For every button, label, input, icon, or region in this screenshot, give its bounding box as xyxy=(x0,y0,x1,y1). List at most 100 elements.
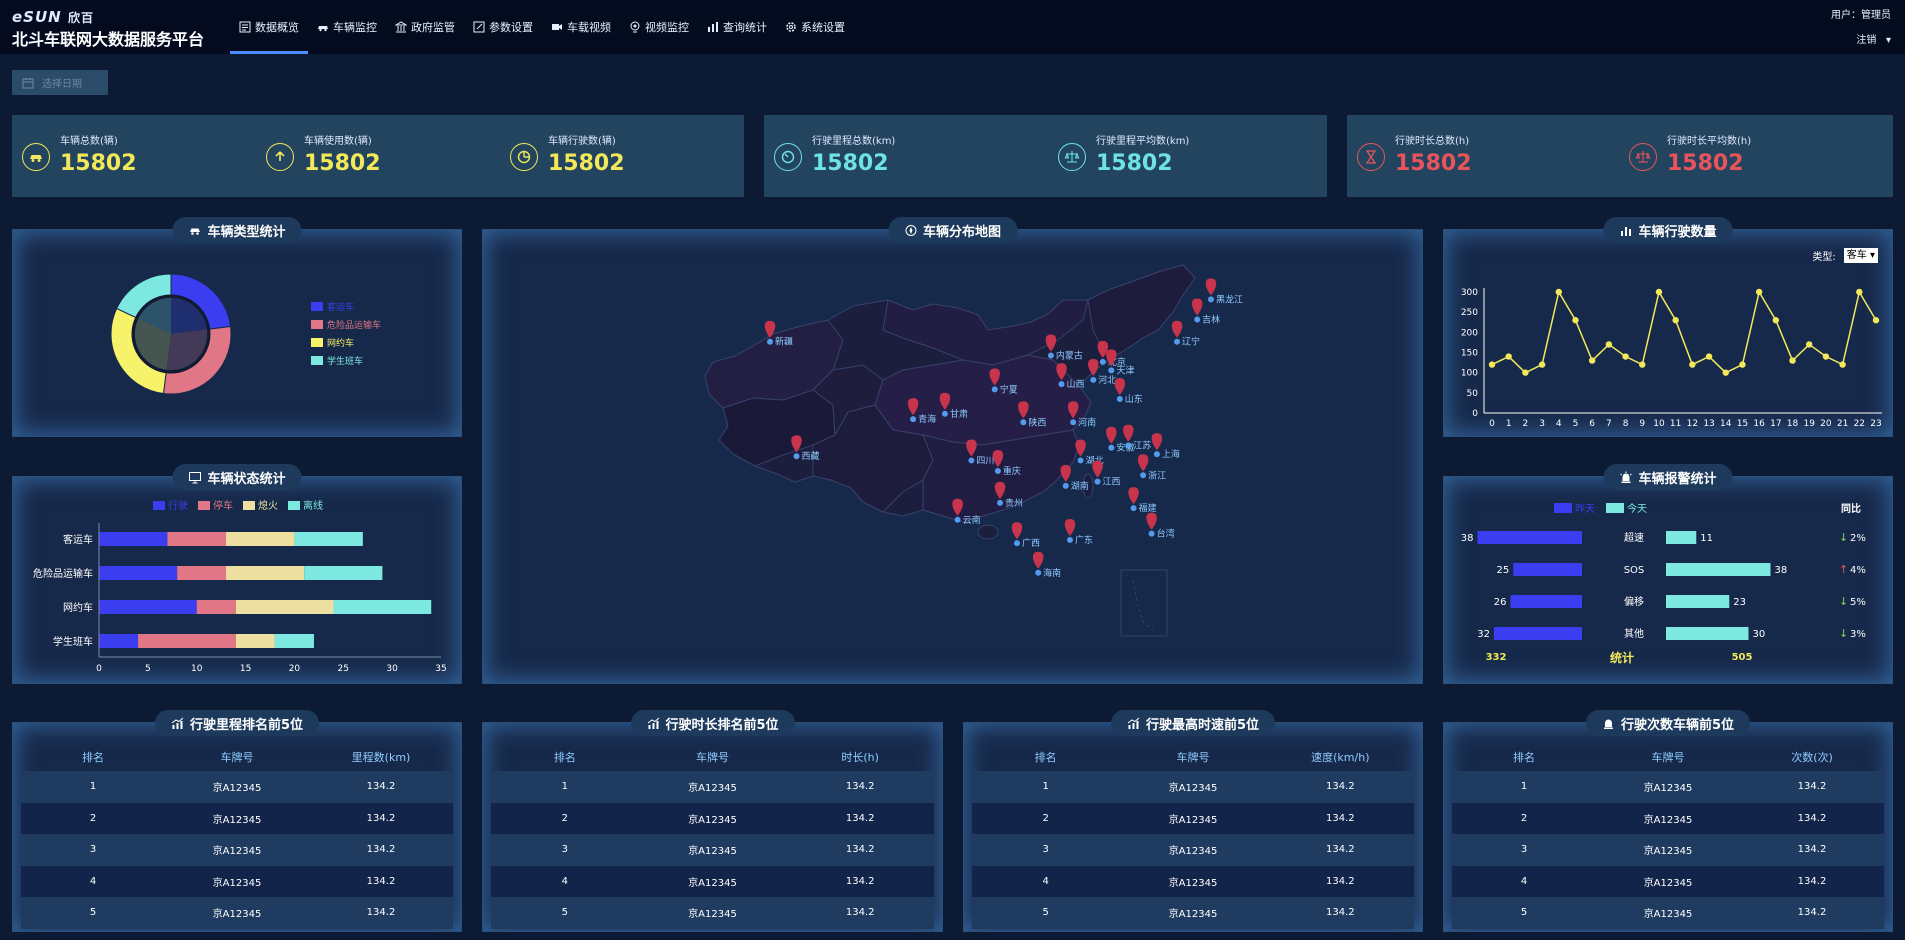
bar-segment[interactable] xyxy=(99,634,139,648)
table-row[interactable]: 4 京A12345 134.2 xyxy=(1452,865,1884,897)
table-row[interactable]: 3 京A12345 134.2 xyxy=(491,834,934,866)
data-point[interactable] xyxy=(1588,357,1596,364)
china-map[interactable]: 新疆西藏宁夏甘肃青海内蒙古北京天津河北山西山东陕西河南四川重庆湖北安徽江苏上海浙… xyxy=(483,230,1424,685)
nav-item-vehicle-monitor[interactable]: 车辆监控 xyxy=(308,0,386,54)
data-point[interactable] xyxy=(1822,353,1830,360)
table-row[interactable]: 2 京A12345 134.2 xyxy=(21,802,453,834)
data-point[interactable] xyxy=(1689,361,1696,368)
data-point[interactable] xyxy=(1522,369,1529,376)
data-point[interactable] xyxy=(1572,317,1579,324)
nav-item-query-stats[interactable]: 查询统计 xyxy=(698,0,776,54)
table-row[interactable]: 1 京A12345 134.2 xyxy=(491,771,934,803)
bar-segment[interactable] xyxy=(235,634,275,648)
nav-item-onboard-video[interactable]: 车载视频 xyxy=(542,0,620,54)
table-row[interactable]: 3 京A12345 134.2 xyxy=(21,834,453,866)
map-marker[interactable]: 山东 xyxy=(1114,377,1143,405)
data-point[interactable] xyxy=(1872,317,1880,324)
map-marker[interactable]: 黑龙江 xyxy=(1205,278,1243,305)
data-point[interactable] xyxy=(1722,369,1729,376)
data-point[interactable] xyxy=(1605,341,1613,348)
bar-yesterday[interactable] xyxy=(1510,595,1583,608)
logout-dropdown[interactable]: 注销 ▾ xyxy=(1856,31,1891,46)
category-label: 超速 xyxy=(1624,531,1644,544)
table-row[interactable]: 3 京A12345 134.2 xyxy=(1452,834,1884,866)
bar-segment[interactable] xyxy=(167,532,227,546)
bar-yesterday[interactable] xyxy=(1513,563,1582,576)
legend-label: 今天 xyxy=(1627,502,1647,515)
data-point[interactable] xyxy=(1538,361,1546,368)
data-point[interactable] xyxy=(1806,341,1813,348)
map-marker[interactable]: 上海 xyxy=(1151,433,1180,460)
column-header: 排名 xyxy=(553,751,576,764)
table-row[interactable]: 5 京A12345 134.2 xyxy=(21,897,453,929)
nav-item-video-monitor[interactable]: 视频监控 xyxy=(620,0,698,54)
data-point[interactable] xyxy=(1622,353,1629,360)
bar-yesterday[interactable] xyxy=(1477,531,1583,544)
marker-dot xyxy=(1153,451,1160,458)
map-marker[interactable]: 江西 xyxy=(1092,460,1121,488)
bar-segment[interactable] xyxy=(99,532,168,546)
data-point[interactable] xyxy=(1555,288,1562,296)
map-marker[interactable]: 广西 xyxy=(1011,522,1040,549)
table-row[interactable]: 1 京A12345 134.2 xyxy=(21,771,453,803)
table-row[interactable]: 5 京A12345 134.2 xyxy=(1452,897,1884,929)
data-point[interactable] xyxy=(1639,361,1646,368)
map-marker[interactable]: 江苏 xyxy=(1123,424,1151,452)
data-point[interactable] xyxy=(1856,288,1863,296)
bar-segment[interactable] xyxy=(226,532,295,546)
bar-segment[interactable] xyxy=(294,532,363,546)
table-row[interactable]: 1 京A12345 134.2 xyxy=(1452,771,1884,803)
map-marker[interactable]: 广东 xyxy=(1064,518,1093,546)
bar-today[interactable] xyxy=(1666,595,1730,608)
table-row[interactable]: 4 京A12345 134.2 xyxy=(972,865,1414,897)
map-marker[interactable]: 辽宁 xyxy=(1171,320,1200,348)
bar-segment[interactable] xyxy=(333,600,432,614)
data-point[interactable] xyxy=(1655,288,1663,296)
data-point[interactable] xyxy=(1755,288,1763,296)
table-row[interactable]: 2 京A12345 134.2 xyxy=(491,802,934,834)
table-row[interactable]: 5 京A12345 134.2 xyxy=(491,897,934,929)
webcam-icon xyxy=(630,21,640,33)
table-row[interactable]: 5 京A12345 134.2 xyxy=(972,897,1414,929)
nav-item-system-settings[interactable]: 系统设置 xyxy=(776,0,854,54)
bar-today[interactable] xyxy=(1666,627,1749,640)
map-marker[interactable]: 福建 xyxy=(1128,487,1157,514)
table-row[interactable]: 2 京A12345 134.2 xyxy=(972,802,1414,834)
table-row[interactable]: 4 京A12345 134.2 xyxy=(491,865,934,897)
bar-today[interactable] xyxy=(1666,531,1697,544)
nav-item-gov-supervision[interactable]: 政府监管 xyxy=(386,0,464,54)
data-point[interactable] xyxy=(1789,357,1796,364)
bar-segment[interactable] xyxy=(99,566,178,580)
data-point[interactable] xyxy=(1705,353,1713,360)
map-marker[interactable]: 台湾 xyxy=(1146,512,1175,540)
nav-item-parameters[interactable]: 参数设置 xyxy=(464,0,542,54)
bar-yesterday[interactable] xyxy=(1494,627,1582,640)
data-point[interactable] xyxy=(1739,361,1746,368)
data-point[interactable] xyxy=(1672,317,1679,324)
bar-today[interactable] xyxy=(1666,563,1771,576)
data-point[interactable] xyxy=(1772,317,1780,324)
data-point[interactable] xyxy=(1488,361,1496,368)
table-row[interactable]: 2 京A12345 134.2 xyxy=(1452,802,1884,834)
data-point[interactable] xyxy=(1839,361,1846,368)
date-picker[interactable]: 选择日期 xyxy=(12,70,108,95)
bar-segment[interactable] xyxy=(235,600,334,614)
bar-segment[interactable] xyxy=(196,600,236,614)
table-row[interactable]: 4 京A12345 134.2 xyxy=(21,865,453,897)
bar-segment[interactable] xyxy=(304,566,383,580)
data-point[interactable] xyxy=(1505,353,1512,360)
map-pin-icon xyxy=(1114,377,1126,395)
bar-segment[interactable] xyxy=(274,634,314,648)
bar-segment[interactable] xyxy=(177,566,227,580)
tick-label: 0 xyxy=(96,664,102,674)
bar-segment[interactable] xyxy=(226,566,305,580)
map-marker[interactable]: 海南 xyxy=(1032,551,1061,579)
table-row[interactable]: 1 京A12345 134.2 xyxy=(972,771,1414,803)
table-row[interactable]: 3 京A12345 134.2 xyxy=(972,834,1414,866)
bar-segment[interactable] xyxy=(99,600,197,614)
nav-label: 查询统计 xyxy=(723,21,767,34)
nav-item-overview[interactable]: 数据概览 xyxy=(230,0,308,54)
bar-segment[interactable] xyxy=(138,634,236,648)
trips-rank-table: 排名 车牌号 次数(次) 1 京A12345 134.2 2 京A12345 134.2 3 京A1… xyxy=(1452,743,1884,929)
table-cell: 3 xyxy=(89,844,97,856)
